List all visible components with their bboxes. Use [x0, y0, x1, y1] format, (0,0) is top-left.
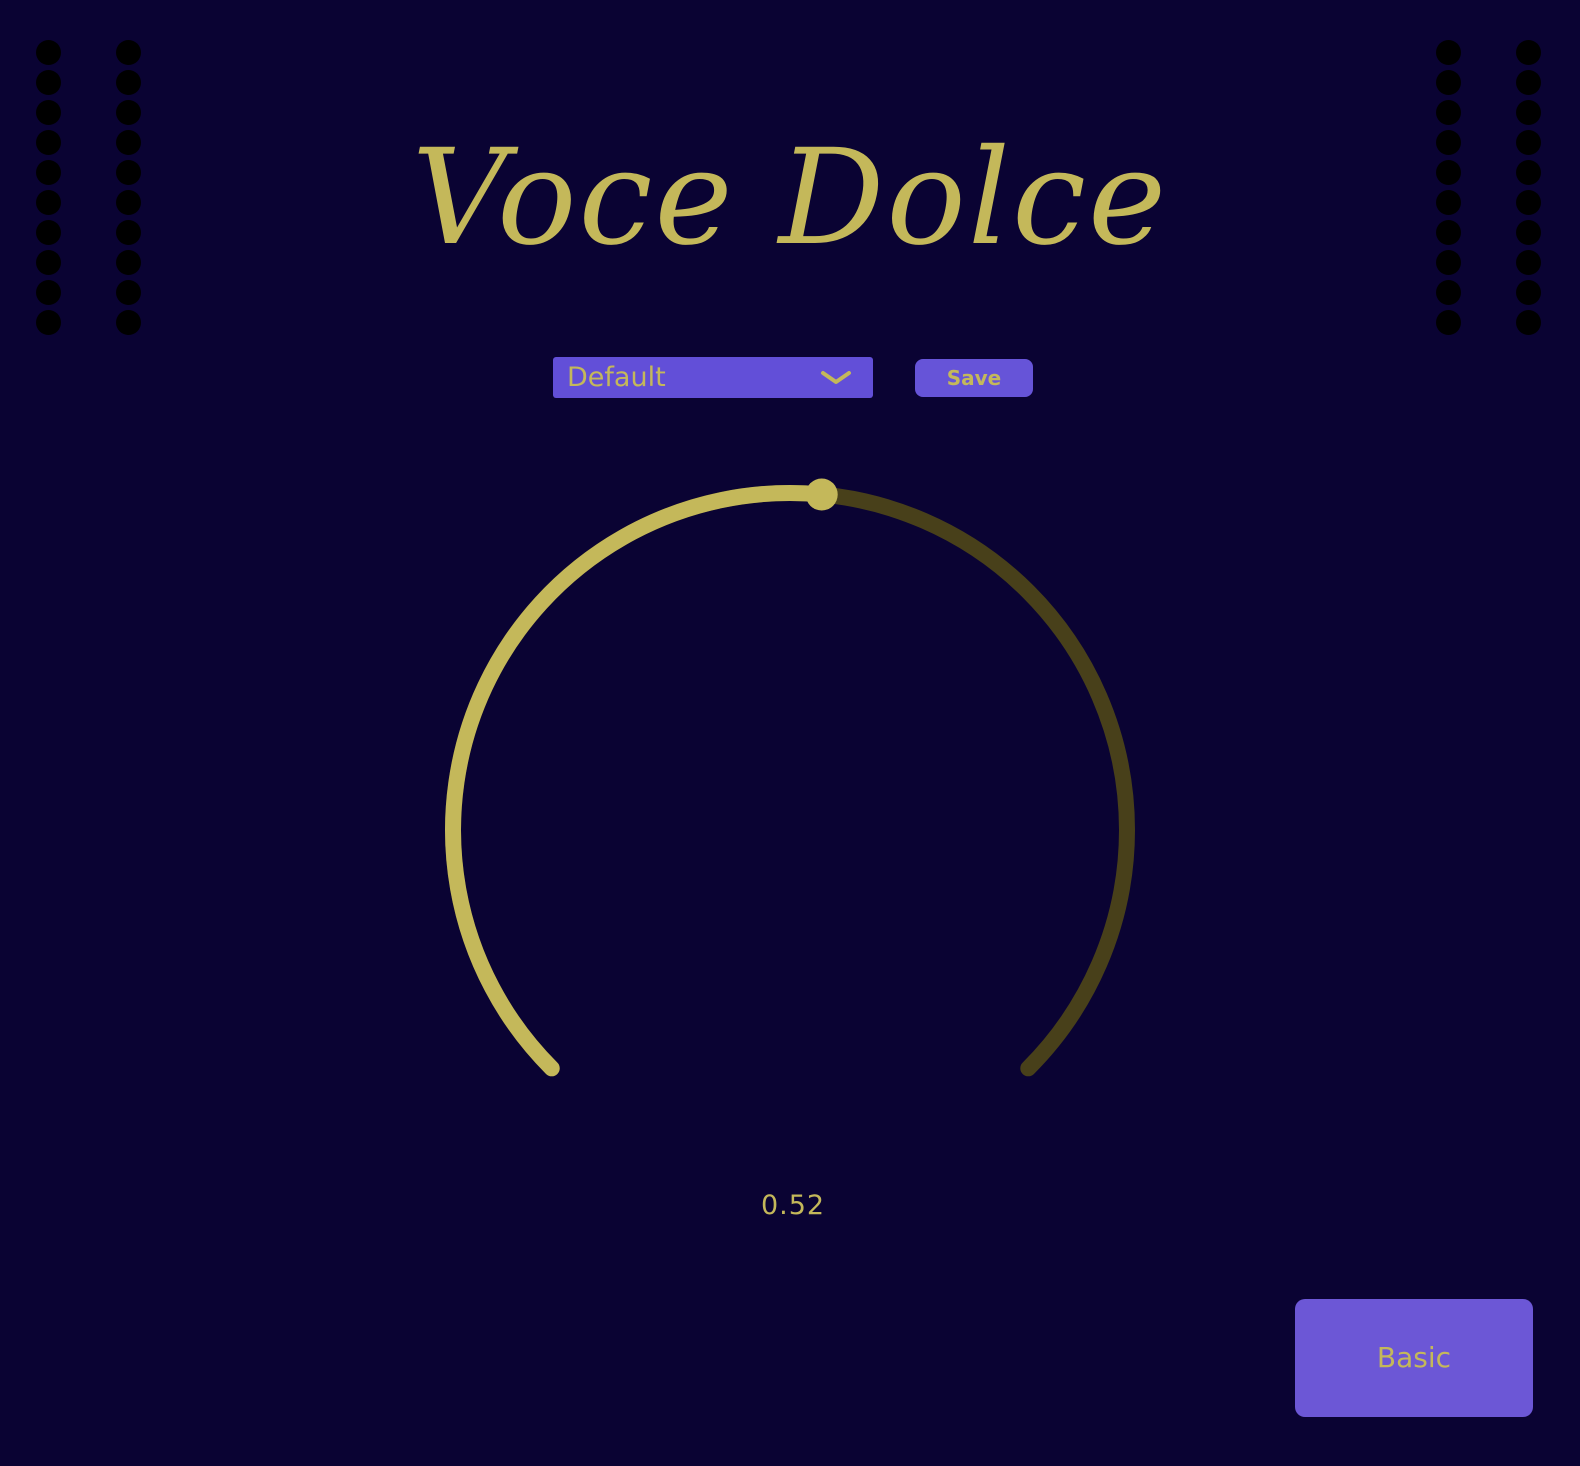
speaker-dot	[1516, 40, 1541, 65]
speaker-dot	[116, 70, 141, 95]
basic-mode-button[interactable]: Basic	[1295, 1299, 1533, 1417]
gain-knob[interactable]	[440, 470, 1140, 1130]
speaker-dot	[1516, 280, 1541, 305]
speaker-dot	[1516, 70, 1541, 95]
speaker-dot	[116, 280, 141, 305]
speaker-dot	[116, 40, 141, 65]
speaker-dot	[36, 280, 61, 305]
save-button[interactable]: Save	[915, 359, 1033, 397]
speaker-dot	[1516, 310, 1541, 335]
chevron-down-icon	[821, 371, 851, 384]
speaker-dot	[1436, 40, 1461, 65]
speaker-dot	[1436, 310, 1461, 335]
speaker-dot	[1436, 70, 1461, 95]
plugin-title: Voce Dolce	[411, 121, 1169, 275]
speaker-dot	[36, 40, 61, 65]
knob-handle[interactable]	[805, 478, 838, 511]
speaker-dot	[1436, 280, 1461, 305]
knob-value-readout: 0.52	[760, 1190, 826, 1221]
preset-dropdown[interactable]: Default	[553, 357, 873, 398]
speaker-dot	[36, 70, 61, 95]
preset-selected-label: Default	[567, 362, 666, 393]
speaker-dot	[116, 310, 141, 335]
knob-value-arc	[445, 485, 830, 1077]
speaker-dot	[36, 310, 61, 335]
